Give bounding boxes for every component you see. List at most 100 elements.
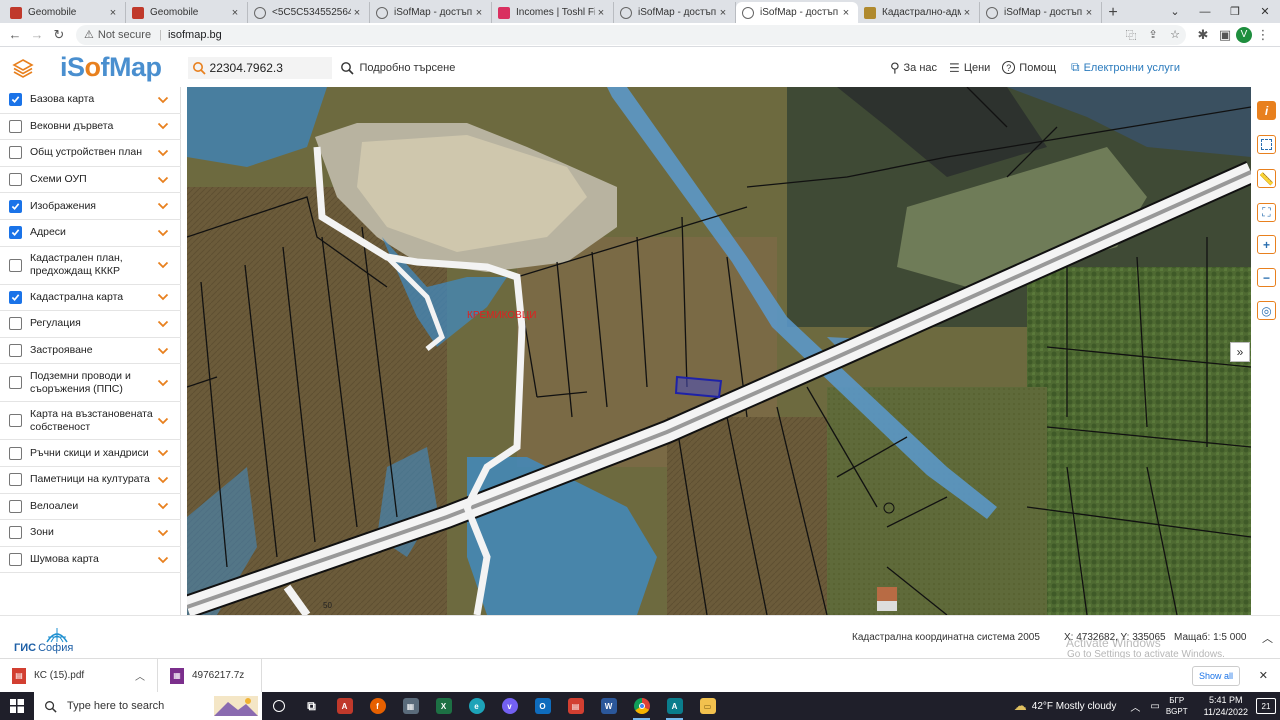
share-icon[interactable]: ⇪ [1142,28,1164,41]
info-tool[interactable]: i [1257,101,1276,120]
menu-icon[interactable]: ⋮ [1252,27,1274,43]
forward-icon[interactable]: → [26,27,48,42]
calculator-icon[interactable]: ▦ [394,692,427,720]
browser-tab[interactable]: Geomobile × [4,2,126,23]
pdf-app-icon[interactable]: ▤ [559,692,592,720]
edge-icon[interactable]: e [460,692,493,720]
chevron-down-icon[interactable] [157,344,175,358]
layer-checkbox[interactable] [9,317,22,331]
chevron-down-icon[interactable] [157,199,175,213]
taskbar-search[interactable]: Type here to search [34,692,262,720]
browser-tab[interactable]: iSofMap - достъп до× [736,2,858,23]
chevron-up-icon[interactable]: ︿ [1130,699,1140,714]
chevron-down-icon[interactable] [157,446,175,460]
download-item[interactable]: ▦ 4976217.7z [158,658,262,693]
tab-search-icon[interactable]: ⌄ [1160,0,1190,23]
download-item[interactable]: ▤ КС (15).pdf ︿ [0,658,158,693]
expand-panel-button[interactable]: » [1230,342,1250,362]
layer-checkbox[interactable] [9,93,22,107]
restore-icon[interactable]: ❐ [1220,0,1250,23]
show-all-button[interactable]: Show all [1191,666,1240,686]
layer-item[interactable]: Шумова карта [0,547,181,574]
chevron-down-icon[interactable] [157,290,175,304]
chevron-down-icon[interactable] [157,119,175,133]
select-area-tool[interactable] [1257,135,1276,154]
chevron-down-icon[interactable] [157,473,175,487]
layer-checkbox[interactable] [9,146,22,160]
word-icon[interactable]: W [592,692,625,720]
tab-close-icon[interactable]: × [351,7,363,19]
layer-item[interactable]: Общ устройствен план [0,140,181,167]
extensions-icon[interactable]: ✱ [1192,27,1214,43]
acrobat-icon[interactable]: A [328,692,361,720]
layer-checkbox[interactable] [9,344,22,358]
close-window-icon[interactable]: ✕ [1250,0,1280,23]
chevron-down-icon[interactable] [157,93,175,107]
tab-close-icon[interactable]: × [1083,7,1095,19]
chevron-down-icon[interactable] [157,376,175,390]
tab-close-icon[interactable]: × [717,7,729,19]
omnibox[interactable]: ⚠ Not secure | isofmap.bg ⿻ ⇪ ☆ [76,24,1186,45]
map-view[interactable]: КРЕМИКОВЦИ 50 [187,87,1251,615]
url-text[interactable]: isofmap.bg [168,29,222,41]
layer-checkbox[interactable] [9,414,22,428]
chevron-down-icon[interactable] [157,258,175,272]
layer-checkbox[interactable] [9,526,22,540]
search-input[interactable] [209,60,330,75]
layer-item[interactable]: Регулация [0,311,181,338]
layer-checkbox[interactable] [9,473,22,487]
task-view-icon[interactable] [262,692,295,720]
weather-widget[interactable]: ☁ 42°F Mostly cloudy [1014,698,1117,714]
warning-icon[interactable]: ⚠ [84,28,94,41]
layer-checkbox[interactable] [9,290,22,304]
layer-item[interactable]: Подземни проводи и съоръжения (ППС) [0,364,181,403]
layer-item[interactable]: Велоалеи [0,494,181,521]
close-icon[interactable]: ✕ [1259,669,1268,682]
layer-item[interactable]: Изображения [0,193,181,220]
chevron-down-icon[interactable] [157,553,175,567]
layer-checkbox[interactable] [9,173,22,187]
map-canvas[interactable]: КРЕМИКОВЦИ 50 [187,87,1251,615]
layer-checkbox[interactable] [9,376,22,390]
full-extent-tool[interactable]: ⛶ [1257,203,1276,222]
new-tab-button[interactable]: + [1102,2,1124,23]
tab-close-icon[interactable]: × [107,7,119,19]
layer-checkbox[interactable] [9,446,22,460]
profile-avatar[interactable]: V [1236,26,1252,43]
layer-item[interactable]: Схеми ОУП [0,167,181,194]
viber-icon[interactable]: v [493,692,526,720]
layer-item[interactable]: Паметници на културата [0,467,181,494]
file-explorer-icon[interactable]: ▭ [691,692,724,720]
chevron-down-icon[interactable] [157,226,175,240]
layer-item[interactable]: Ръчни скици и хандриси [0,440,181,467]
isofmap-logo[interactable]: iS o fMap [60,52,162,83]
notifications-icon[interactable]: 21 [1256,698,1276,714]
minimize-icon[interactable]: — [1190,0,1220,23]
layers-icon[interactable] [12,57,34,79]
browser-tab[interactable]: Geomobile × [126,2,248,23]
layer-item[interactable]: Кадастрален план, предхождащ КККР [0,247,181,285]
network-icon[interactable]: ▭ [1150,701,1159,712]
chevron-down-icon[interactable] [157,173,175,187]
browser-tab[interactable]: Кадастрално-админ× [858,2,980,23]
layer-item[interactable]: Кадастрална карта [0,285,181,312]
firefox-icon[interactable]: f [361,692,394,720]
layer-item[interactable]: Вековни дървета [0,114,181,141]
chevron-down-icon[interactable] [157,526,175,540]
chevron-up-icon[interactable]: ︿ [135,668,145,683]
chevron-down-icon[interactable] [157,499,175,513]
bookmark-star-icon[interactable]: ☆ [1164,28,1186,41]
autocad-icon[interactable]: A [658,692,691,720]
browser-tab[interactable]: iSofMap - достъп до× [614,2,736,23]
prices-link[interactable]: ☰ Цени [949,61,990,75]
help-link[interactable]: ? Помощ [1002,61,1056,74]
browser-tab[interactable]: iSofMap - достъп до× [980,2,1102,23]
advanced-search-link[interactable]: Подробно търсене [340,61,455,75]
eservices-link[interactable]: ⧉ Електронни услуги [1071,60,1180,75]
layer-item[interactable]: Адреси [0,220,181,247]
excel-icon[interactable]: X [427,692,460,720]
translate-icon[interactable]: ⿻ [1120,27,1142,43]
search-icon[interactable] [192,61,206,75]
chevron-up-icon[interactable]: ︿ [1262,630,1273,646]
start-button[interactable] [0,692,34,720]
